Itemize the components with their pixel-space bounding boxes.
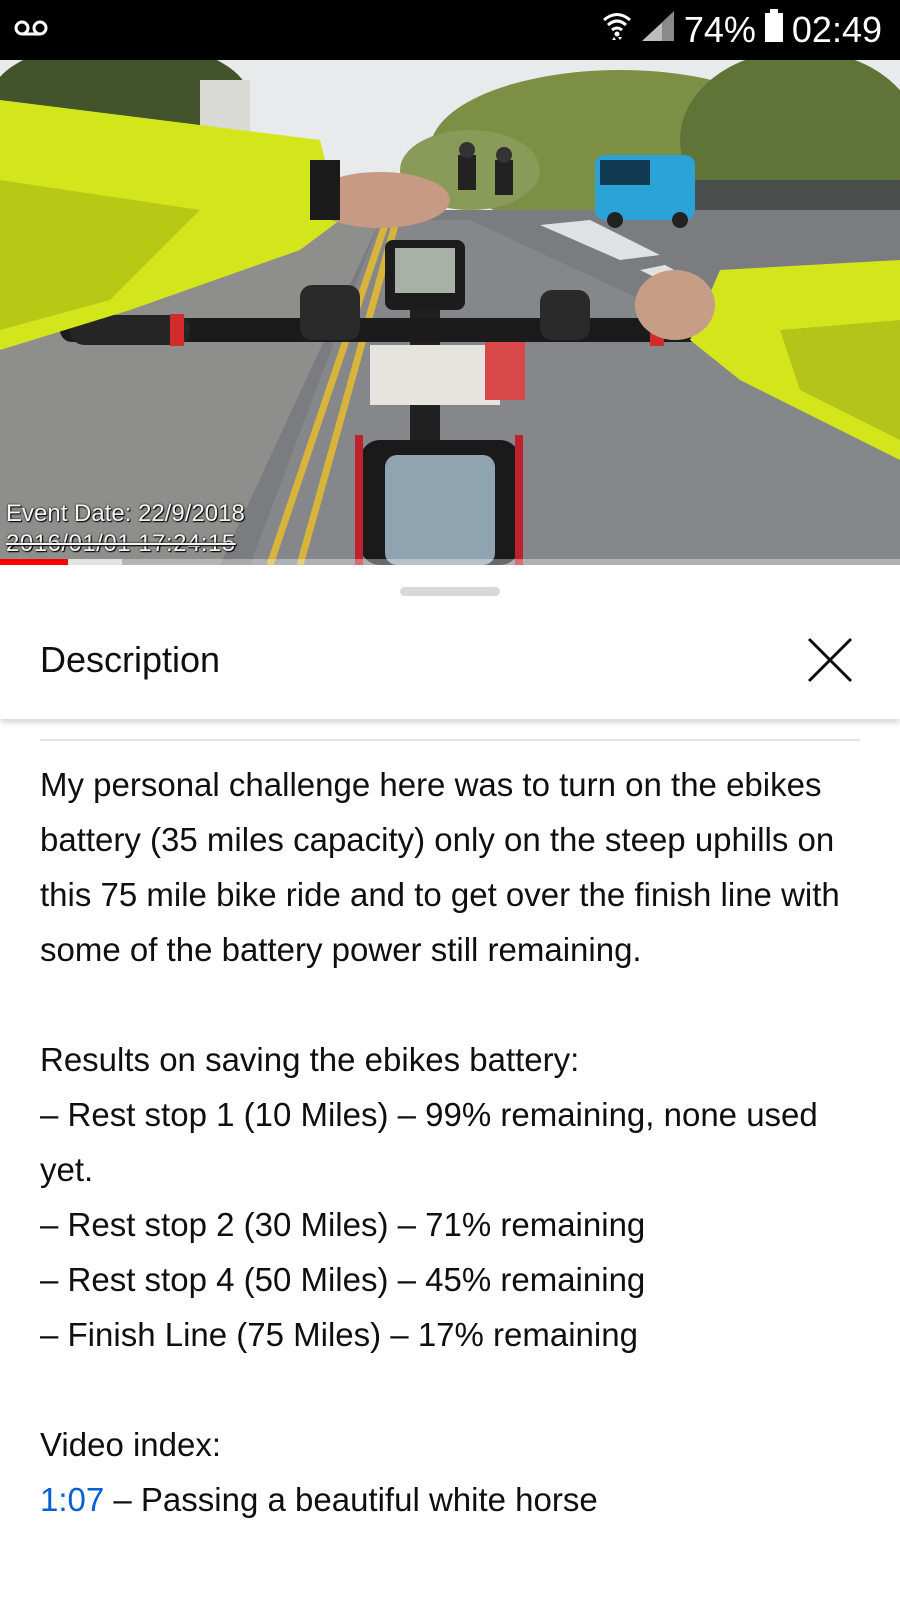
results-line: – Rest stop 4 (50 Miles) – 45% remaining — [40, 1261, 646, 1298]
voicemail-icon — [14, 18, 48, 43]
close-icon — [807, 637, 853, 683]
video-index-heading: Video index: — [40, 1426, 222, 1463]
wifi-icon — [602, 9, 632, 51]
results-heading: Results on saving the ebikes battery: — [40, 1041, 580, 1078]
divider — [40, 739, 860, 741]
video-player[interactable]: Event Date: 22/9/2018 2016/01/01 17:24:1… — [0, 60, 900, 565]
progress-played — [0, 559, 68, 565]
status-bar: 74% 02:49 — [0, 0, 900, 60]
timestamp-link[interactable]: 1:07 — [40, 1481, 104, 1518]
video-index-text: – Passing a beautiful white horse — [104, 1481, 598, 1518]
sheet-title: Description — [40, 639, 221, 680]
battery-icon — [764, 8, 784, 52]
close-button[interactable] — [798, 628, 862, 692]
results-line: – Rest stop 2 (30 Miles) – 71% remaining — [40, 1206, 646, 1243]
video-index-item: 1:07 – Passing a beautiful white horse — [40, 1472, 870, 1527]
screen: 74% 02:49 Event Date: 22/9/2018 2016/01/… — [0, 0, 900, 1600]
results-line: – Finish Line (75 Miles) – 17% remaining — [40, 1316, 638, 1353]
description-intro: My personal challenge here was to turn o… — [40, 766, 840, 968]
clock: 02:49 — [791, 9, 882, 50]
timestamp-overlay: 2016/01/01 17:24:15 — [6, 530, 236, 557]
signal-icon — [640, 9, 676, 52]
description-sheet: Description My personal challenge here w… — [0, 567, 900, 1600]
event-date-overlay: Event Date: 22/9/2018 — [6, 500, 245, 527]
drag-handle[interactable] — [400, 587, 500, 596]
results-line: – Rest stop 1 (10 Miles) – 99% remaining… — [40, 1096, 818, 1188]
description-text: My personal challenge here was to turn o… — [40, 757, 870, 1527]
battery-percent: 74% — [683, 9, 756, 50]
sheet-header: Description — [0, 601, 900, 719]
video-progress-bar[interactable] — [0, 559, 900, 565]
video-frame — [0, 60, 900, 565]
